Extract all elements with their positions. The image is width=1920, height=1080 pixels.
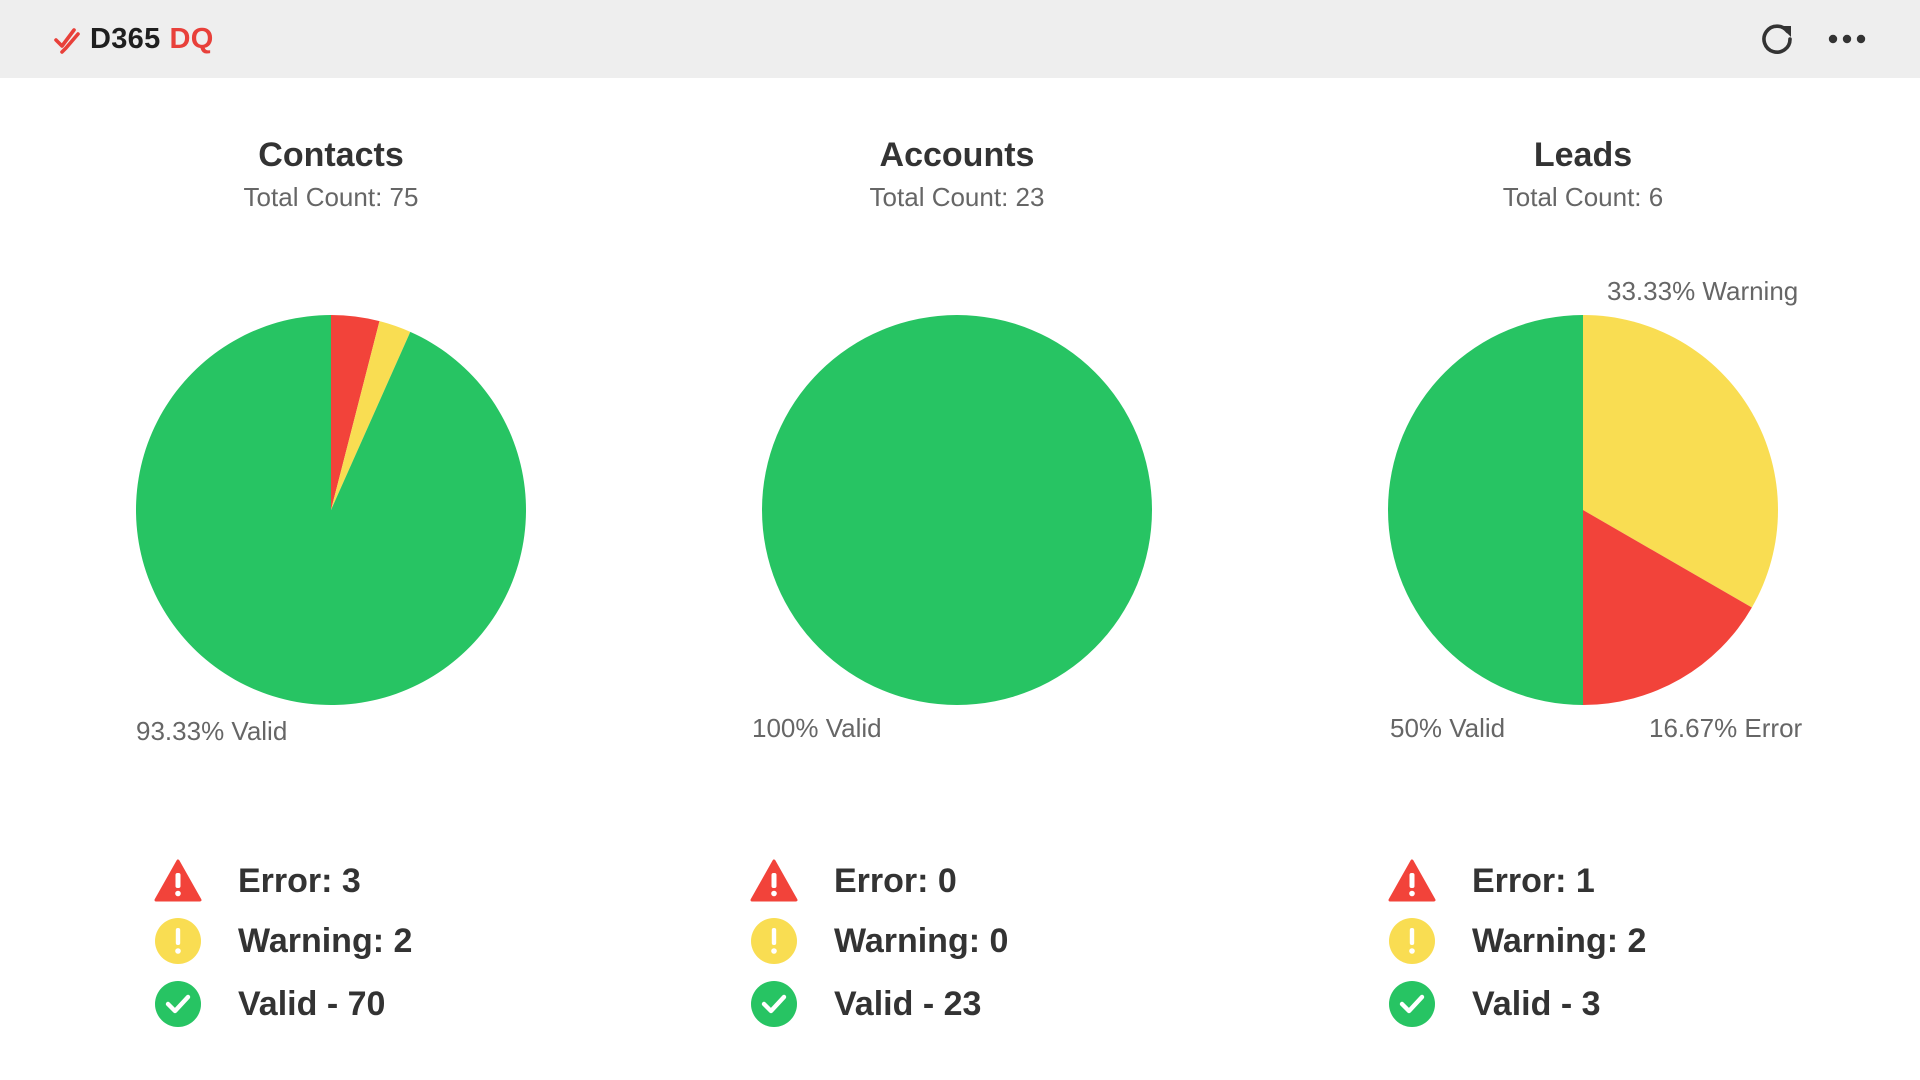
more-options-button[interactable] xyxy=(1826,18,1868,60)
top-bar: D365 DQ xyxy=(0,0,1920,78)
legend-valid: Valid - 3 xyxy=(1388,979,1601,1029)
legend-valid-text: Valid - 70 xyxy=(238,985,386,1023)
check-circle-icon xyxy=(154,980,202,1028)
pie-chart[interactable] xyxy=(18,78,644,798)
legend-warning-text: Warning: 2 xyxy=(238,922,413,960)
error-slice-label: 16.67% Error xyxy=(1649,713,1803,743)
legend-warning: Warning: 0 xyxy=(750,916,1008,966)
legend-error: Error: 0 xyxy=(750,856,957,906)
brand-accent: DQ xyxy=(169,22,214,55)
warning-icon xyxy=(750,917,798,965)
legend-valid-text: Valid - 3 xyxy=(1472,985,1601,1023)
warning-icon xyxy=(1388,917,1436,965)
warning-slice-label: 33.33% Warning xyxy=(1607,276,1799,306)
legend-error-text: Error: 0 xyxy=(834,862,957,900)
valid-slice-label: 93.33% Valid xyxy=(136,716,288,746)
pie-chart[interactable] xyxy=(1270,78,1896,798)
panel-accounts: Accounts Total Count: 23 100% Valid Erro… xyxy=(644,78,1270,1080)
brand-name: D365 xyxy=(90,22,161,55)
legend-warning: Warning: 2 xyxy=(154,916,412,966)
legend-warning-text: Warning: 2 xyxy=(1472,922,1647,960)
refresh-button[interactable] xyxy=(1756,18,1798,60)
valid-slice-label: 100% Valid xyxy=(752,713,882,743)
legend-warning: Warning: 2 xyxy=(1388,916,1646,966)
panel-leads: Leads Total Count: 6 33.33% Warning 50% … xyxy=(1270,78,1896,1080)
more-icon xyxy=(1828,34,1866,44)
error-icon xyxy=(1388,857,1436,905)
check-logo-icon xyxy=(54,28,80,54)
warning-icon xyxy=(154,917,202,965)
legend-error-text: Error: 1 xyxy=(1472,862,1595,900)
app-logo[interactable]: D365 DQ xyxy=(54,20,214,58)
check-circle-icon xyxy=(1388,980,1436,1028)
legend-valid: Valid - 70 xyxy=(154,979,385,1029)
refresh-icon xyxy=(1762,24,1792,54)
pie-slice-valid[interactable] xyxy=(762,315,1152,705)
legend-error-text: Error: 3 xyxy=(238,862,361,900)
pie-chart[interactable] xyxy=(644,78,1270,798)
error-icon xyxy=(750,857,798,905)
legend-error: Error: 1 xyxy=(1388,856,1595,906)
legend-warning-text: Warning: 0 xyxy=(834,922,1009,960)
panel-contacts: Contacts Total Count: 75 93.33% Valid Er… xyxy=(18,78,644,1080)
legend-valid: Valid - 23 xyxy=(750,979,981,1029)
valid-slice-label: 50% Valid xyxy=(1390,713,1506,743)
check-circle-icon xyxy=(750,980,798,1028)
error-icon xyxy=(154,857,202,905)
pie-slice-valid[interactable] xyxy=(135,314,526,705)
legend-valid-text: Valid - 23 xyxy=(834,985,982,1023)
pie-slice-valid[interactable] xyxy=(1388,315,1583,705)
legend-error: Error: 3 xyxy=(154,856,361,906)
